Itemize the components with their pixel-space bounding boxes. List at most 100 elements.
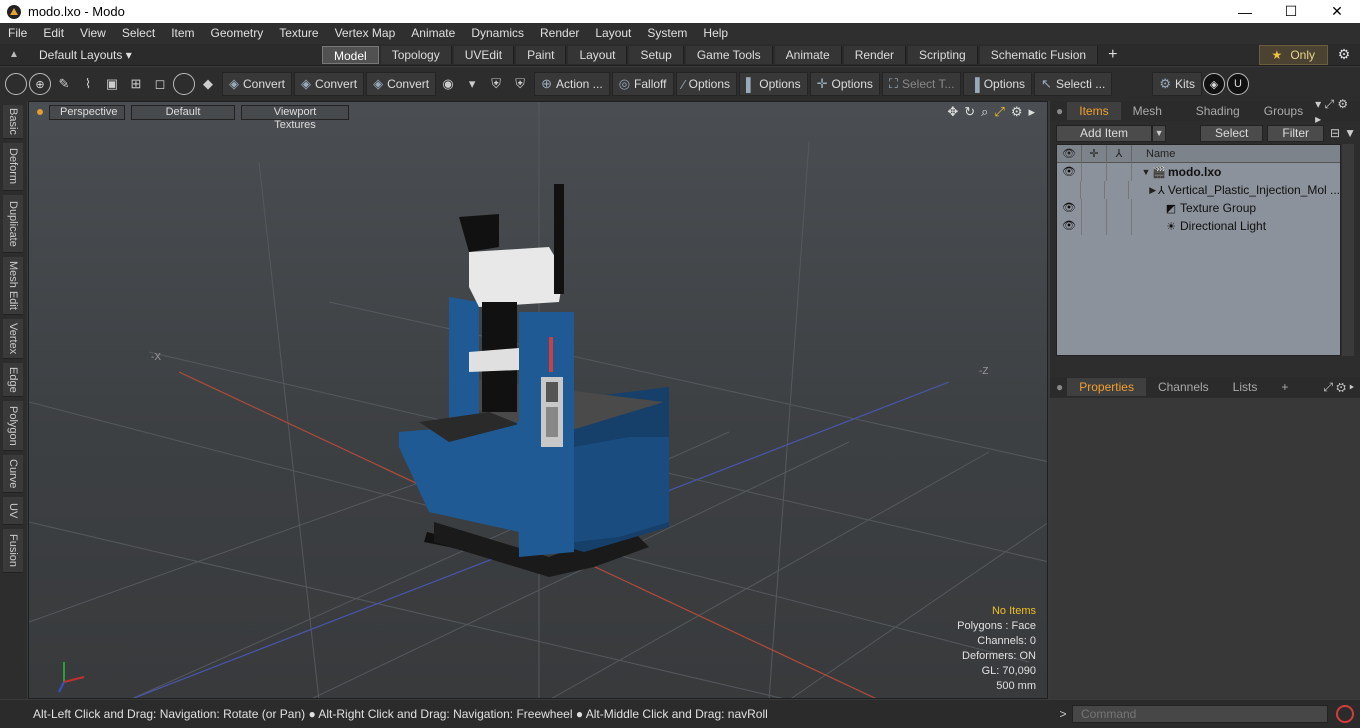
edge-icon[interactable]: ▣ [101, 73, 123, 95]
shield-alt-icon[interactable]: ⛨ [509, 73, 531, 95]
maximize-button[interactable]: ☐ [1268, 0, 1314, 23]
collapse-icon[interactable]: ⊟ [1330, 126, 1340, 140]
zoom-icon[interactable]: ⌕ [981, 104, 988, 120]
shield-icon[interactable]: ⛨ [485, 73, 507, 95]
add-tab-button[interactable]: + [1108, 46, 1117, 64]
vtab-mesh-edit[interactable]: Mesh Edit [3, 257, 23, 315]
vertex-mode-icon[interactable] [5, 73, 27, 95]
select-button[interactable]: Select [1200, 124, 1264, 142]
tab-groups[interactable]: Groups [1252, 102, 1315, 120]
viewport-gear-icon[interactable]: ⚙ [1011, 104, 1023, 120]
vtab-edge[interactable]: Edge [3, 363, 23, 397]
vtab-basic[interactable]: Basic [3, 105, 23, 139]
menu-select[interactable]: Select [114, 23, 163, 44]
mesh-icon[interactable]: ◉ [437, 73, 459, 95]
tab-properties[interactable]: Properties [1067, 378, 1146, 396]
item-mode-icon[interactable]: ◻ [149, 73, 171, 95]
tab-setup[interactable]: Setup [629, 45, 684, 64]
panel-gear-icon[interactable]: ⚙ [1337, 97, 1348, 111]
eye-icon[interactable]: 👁 [1057, 163, 1082, 181]
rotate-icon[interactable]: ↻ [964, 104, 975, 120]
convert-button-2[interactable]: ◈ Convert [294, 72, 365, 96]
tab-model[interactable]: Model [322, 45, 379, 64]
item-row-texture-group[interactable]: 👁 ◩ Texture Group [1057, 199, 1340, 217]
menu-help[interactable]: Help [695, 23, 736, 44]
tab-scripting[interactable]: Scripting [908, 45, 978, 64]
options-button-1[interactable]: ⁄ Options [675, 72, 738, 96]
menu-system[interactable]: System [639, 23, 695, 44]
material-icon[interactable] [173, 73, 195, 95]
panel-gear-icon[interactable]: ⚙ [1336, 380, 1346, 394]
tab-schematic-fusion[interactable]: Schematic Fusion [979, 45, 1099, 64]
falloff-button[interactable]: ◎ Falloff [611, 72, 674, 96]
panel-dot-icon[interactable]: ● [1056, 380, 1063, 394]
unity-icon[interactable]: ◈ [1202, 73, 1225, 95]
tab-mesh[interactable]: Mesh ... [1121, 102, 1184, 136]
vtab-deform[interactable]: Deform [3, 143, 23, 191]
tab-game-tools[interactable]: Game Tools [685, 45, 773, 64]
vtab-fusion[interactable]: Fusion [3, 529, 23, 573]
panel-arrow-icon[interactable]: ▸ [1349, 380, 1354, 394]
item-row-mesh[interactable]: ▶ ⅄ Vertical_Plastic_Injection_Mol ... [1057, 181, 1340, 199]
menu-dynamics[interactable]: Dynamics [463, 23, 532, 44]
maximize-viewport-icon[interactable]: ⤢ [994, 104, 1004, 120]
menu-texture[interactable]: Texture [271, 23, 326, 44]
tab-channels[interactable]: Channels [1146, 378, 1221, 396]
expand-panel-icon[interactable]: ⤢ [1324, 97, 1334, 111]
eye-icon[interactable]: 👁 [1057, 199, 1082, 217]
minimize-button[interactable]: — [1222, 0, 1268, 23]
vtab-vertex[interactable]: Vertex [3, 319, 23, 359]
menu-render[interactable]: Render [532, 23, 587, 44]
menu-vertex-map[interactable]: Vertex Map [327, 23, 404, 44]
perspective-dropdown[interactable]: Perspective [49, 104, 125, 120]
3d-viewport[interactable]: Perspective Default Viewport Textures ✥ … [28, 101, 1048, 699]
unreal-icon[interactable]: U [1226, 73, 1249, 95]
chevron-down-icon[interactable]: ▾ [1315, 97, 1321, 111]
visibility-header-icon[interactable]: 👁 [1057, 144, 1082, 163]
default-layouts-dropdown[interactable]: Default Layouts ▾ [39, 48, 132, 62]
vtab-polygon[interactable]: Polygon [3, 401, 23, 451]
tab-uvedit[interactable]: UVEdit [453, 45, 515, 64]
move-icon[interactable]: ✥ [947, 104, 958, 120]
gear-icon[interactable]: ⚙ [1328, 46, 1360, 63]
chevron-down-icon[interactable]: ▾ [461, 73, 483, 95]
eye-icon[interactable] [1057, 181, 1081, 199]
tab-topology[interactable]: Topology [380, 45, 452, 64]
filter-button[interactable]: Filter [1267, 124, 1325, 142]
layout-up-icon[interactable]: ▲ [9, 49, 23, 60]
menu-animate[interactable]: Animate [403, 23, 463, 44]
name-header[interactable]: Name [1132, 148, 1175, 160]
mesh-cube-icon[interactable]: ◆ [197, 73, 219, 95]
menu-item[interactable]: Item [163, 23, 202, 44]
convert-button-3[interactable]: ◈ Convert [366, 72, 437, 96]
tab-shading[interactable]: Shading [1184, 102, 1252, 120]
injection-machine-model[interactable] [399, 184, 669, 577]
convert-button-1[interactable]: ◈ Convert [222, 72, 293, 96]
kits-button[interactable]: ⚙ Kits [1152, 72, 1202, 96]
options-button-2[interactable]: ▌ Options [739, 72, 808, 96]
command-input[interactable] [1072, 705, 1328, 723]
menu-file[interactable]: File [0, 23, 35, 44]
tab-paint[interactable]: Paint [516, 45, 567, 64]
options-button-4[interactable]: ▐ Options [963, 72, 1033, 96]
viewport-scene[interactable] [29, 102, 1048, 699]
vtab-uv[interactable]: UV [3, 497, 23, 525]
menu-geometry[interactable]: Geometry [203, 23, 272, 44]
viewport-menu-icon[interactable] [37, 109, 43, 115]
item-row-directional-light[interactable]: 👁 ☀ Directional Light [1057, 217, 1340, 235]
axes-header-icon[interactable]: ⅄ [1107, 144, 1132, 163]
item-row-scene[interactable]: 👁 ▼ 🎬 modo.lxo [1057, 163, 1340, 181]
viewport-textures-dropdown[interactable]: Viewport Textures [241, 104, 349, 131]
select-through-button[interactable]: ⛶ Select T... [881, 72, 962, 96]
menu-edit[interactable]: Edit [35, 23, 72, 44]
add-item-button[interactable]: Add Item [1056, 124, 1153, 142]
globe-icon[interactable]: ⊕ [29, 73, 51, 95]
items-scrollbar[interactable] [1342, 144, 1354, 356]
vtab-duplicate[interactable]: Duplicate [3, 195, 23, 253]
tab-layout[interactable]: Layout [568, 45, 628, 64]
only-toggle[interactable]: ★ Only [1258, 44, 1328, 65]
add-item-dropdown[interactable]: ▼ [1152, 124, 1167, 142]
tab-lists[interactable]: Lists [1221, 378, 1270, 396]
expand-arrow-icon[interactable]: ▼ [1140, 167, 1152, 177]
tab-render[interactable]: Render [843, 45, 907, 64]
